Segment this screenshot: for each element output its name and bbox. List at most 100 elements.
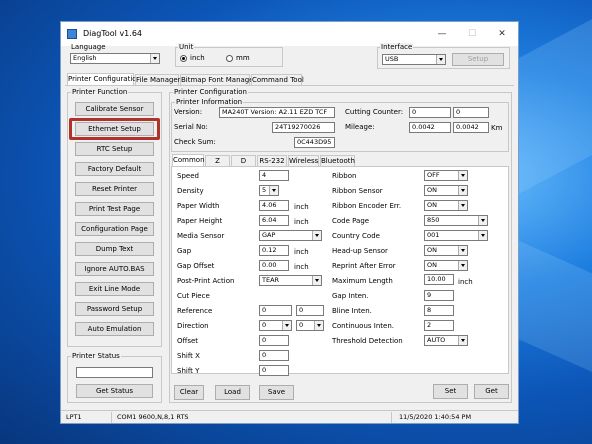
shift-x-field[interactable]: 0 [259, 350, 289, 361]
chevron-down-icon [478, 216, 487, 225]
media-sensor-label: Media Sensor [177, 232, 225, 240]
title-bar[interactable]: DiagTool v1.64 — ☐ ✕ [61, 22, 518, 46]
reset-printer-button[interactable]: Reset Printer [75, 182, 154, 196]
direction-select-2[interactable]: 0 [296, 320, 324, 331]
mileage-label: Mileage: [345, 123, 375, 131]
ribbon-select[interactable]: OFF [424, 170, 468, 181]
paper-width-field[interactable]: 4.06 [259, 200, 289, 211]
version-field: MA240T Version: A2.11 EZD TCF [219, 107, 335, 118]
reprint-after-error-label: Reprint After Error [332, 262, 396, 270]
country-code-select[interactable]: 001 [424, 230, 488, 241]
gap-label: Gap [177, 247, 192, 255]
set-button[interactable]: Set [433, 384, 468, 399]
language-select[interactable]: English [70, 53, 160, 64]
density-value: 5 [262, 186, 267, 194]
paper-height-unit: inch [294, 218, 309, 226]
chevron-down-icon [312, 231, 321, 240]
status-divider [391, 412, 392, 423]
ribbon-sensor-value: ON [427, 186, 437, 194]
password-setup-button[interactable]: Password Setup [75, 302, 154, 316]
rtc-setup-button[interactable]: RTC Setup [75, 142, 154, 156]
auto-emulation-button[interactable]: Auto Emulation [75, 322, 154, 336]
factory-default-button[interactable]: Factory Default [75, 162, 154, 176]
gap-offset-label: Gap Offset [177, 262, 215, 270]
serial-field: 24T19270026 [272, 122, 335, 133]
calibrate-sensor-button[interactable]: Calibrate Sensor [75, 102, 154, 116]
version-label: Version: [174, 108, 203, 116]
maximize-icon[interactable]: ☐ [459, 26, 485, 42]
exit-line-mode-button[interactable]: Exit Line Mode [75, 282, 154, 296]
chevron-down-icon [150, 54, 159, 63]
chevron-down-icon [458, 201, 467, 210]
gap-field[interactable]: 0.12 [259, 245, 289, 256]
cut-piece-label: Cut Piece [177, 292, 210, 300]
threshold-detection-select[interactable]: AUTO [424, 335, 468, 346]
get-status-button[interactable]: Get Status [76, 384, 153, 398]
ribbon-encoder-err-select[interactable]: ON [424, 200, 468, 211]
gap-inten-field[interactable]: 9 [424, 290, 454, 301]
media-sensor-select[interactable]: GAP [259, 230, 322, 241]
interface-group: Interface USB Setup [377, 43, 510, 69]
gap-offset-field[interactable]: 0.00 [259, 260, 289, 271]
unit-mm-radio[interactable] [226, 55, 233, 62]
save-button[interactable]: Save [259, 385, 294, 400]
minimize-icon[interactable]: — [429, 26, 455, 42]
gap-inten-label: Gap Inten. [332, 292, 369, 300]
dump-text-button[interactable]: Dump Text [75, 242, 154, 256]
code-page-label: Code Page [332, 217, 370, 225]
country-code-label: Country Code [332, 232, 380, 240]
paper-height-label: Paper Height [177, 217, 223, 225]
continuous-inten-field[interactable]: 2 [424, 320, 454, 331]
tab-rs232[interactable]: RS-232 [257, 155, 287, 166]
clear-button[interactable]: Clear [174, 385, 204, 400]
offset-field[interactable]: 0 [259, 335, 289, 346]
direction-label: Direction [177, 322, 209, 330]
get-button[interactable]: Get [474, 384, 509, 399]
gap-offset-unit: inch [294, 263, 309, 271]
cutting-counter-field-1: 0 [409, 107, 451, 118]
unit-inch-radio[interactable] [180, 55, 187, 62]
gap-unit: inch [294, 248, 309, 256]
ribbon-value: OFF [427, 171, 440, 179]
chevron-down-icon [314, 321, 323, 330]
post-print-action-select[interactable]: TEAR [259, 275, 322, 286]
ignore-auto-bas-button[interactable]: Ignore AUTO.BAS [75, 262, 154, 276]
head-up-sensor-label: Head-up Sensor [332, 247, 388, 255]
close-icon[interactable]: ✕ [489, 26, 515, 42]
tab-bluetooth[interactable]: Bluetooth [320, 155, 355, 166]
shift-y-field[interactable]: 0 [259, 365, 289, 376]
reference-y-field[interactable]: 0 [296, 305, 324, 316]
code-page-select[interactable]: 850 [424, 215, 488, 226]
bline-inten-field[interactable]: 8 [424, 305, 454, 316]
maximum-length-field[interactable]: 10.00 [424, 274, 454, 285]
load-button[interactable]: Load [215, 385, 250, 400]
tab-d[interactable]: D [231, 155, 256, 166]
reference-x-field[interactable]: 0 [259, 305, 292, 316]
direction-select-1[interactable]: 0 [259, 320, 292, 331]
chevron-down-icon [478, 231, 487, 240]
interface-setup-button[interactable]: Setup [452, 53, 504, 66]
interface-select[interactable]: USB [382, 54, 446, 65]
tab-z[interactable]: Z [205, 155, 230, 166]
threshold-detection-label: Threshold Detection [332, 337, 403, 345]
density-select[interactable]: 5 [259, 185, 279, 196]
app-icon [67, 29, 77, 39]
speed-field[interactable]: 4 [259, 170, 289, 181]
diagtool-window: DiagTool v1.64 — ☐ ✕ Language English Un… [60, 21, 519, 424]
configuration-page-button[interactable]: Configuration Page [75, 222, 154, 236]
ribbon-sensor-select[interactable]: ON [424, 185, 468, 196]
interface-label: Interface [380, 43, 414, 51]
reprint-after-error-select[interactable]: ON [424, 260, 468, 271]
tab-wireless[interactable]: Wireless [288, 155, 319, 166]
paper-width-unit: inch [294, 203, 309, 211]
tab-common[interactable]: Common [172, 154, 205, 166]
reprint-after-error-value: ON [427, 261, 437, 269]
paper-height-field[interactable]: 6.04 [259, 215, 289, 226]
unit-group: Unit inch mm [175, 43, 283, 67]
printer-status-group: Printer Status Get Status [67, 352, 162, 403]
maximum-length-unit: inch [458, 278, 473, 286]
head-up-sensor-select[interactable]: ON [424, 245, 468, 256]
paper-width-label: Paper Width [177, 202, 220, 210]
language-value: English [73, 54, 97, 62]
print-test-page-button[interactable]: Print Test Page [75, 202, 154, 216]
